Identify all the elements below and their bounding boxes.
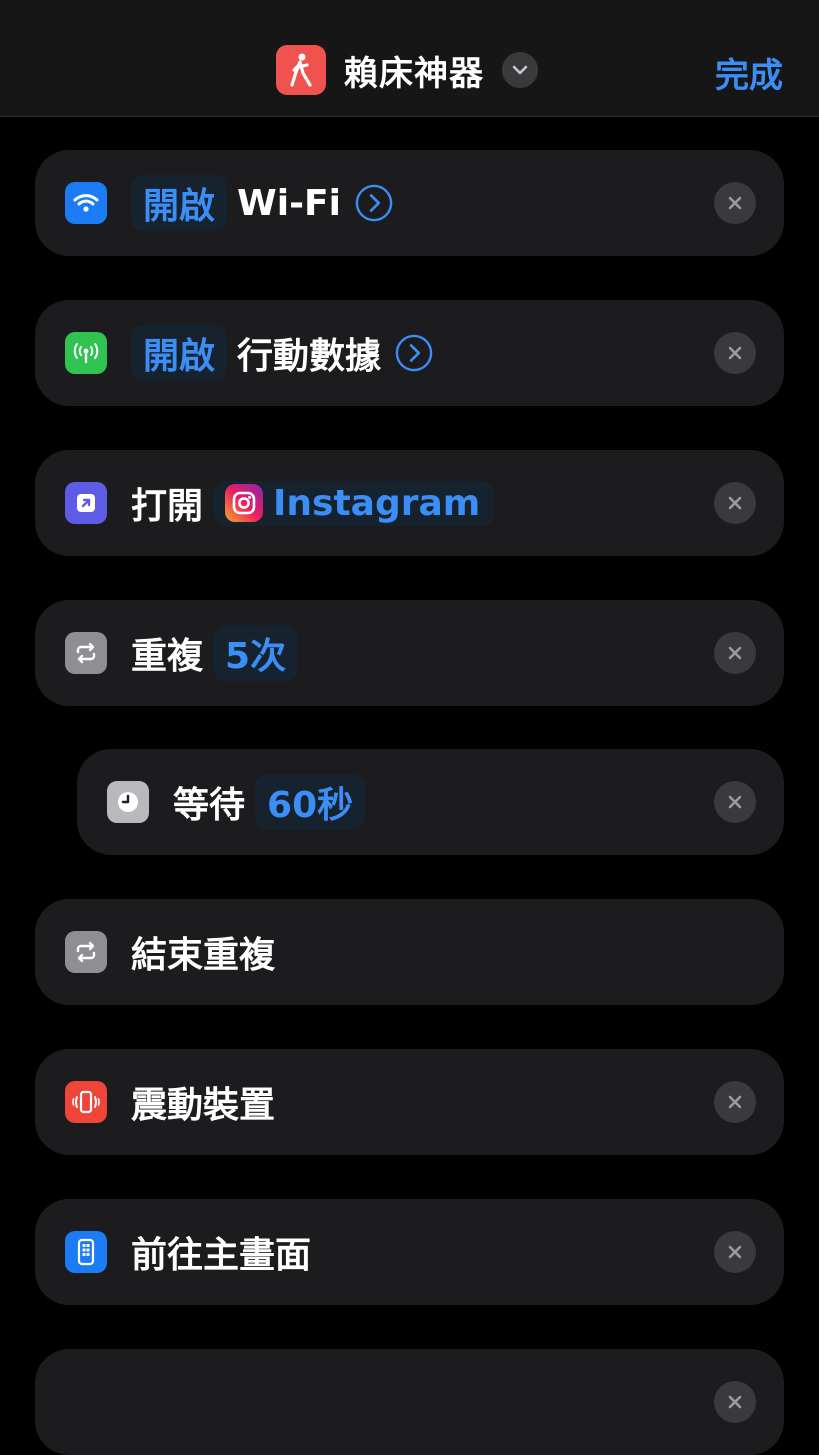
action-card-repeat[interactable]: 重複 5次 (35, 600, 784, 706)
action-label: 等待 (173, 785, 246, 826)
repeat-icon (65, 931, 107, 973)
clock-icon (107, 781, 149, 823)
action-card-wait[interactable]: 等待 60秒 (77, 749, 784, 855)
wait-duration-token[interactable]: 60秒 (255, 774, 366, 830)
action-label: 結束重複 (131, 935, 276, 976)
instagram-icon (225, 484, 264, 522)
action-label: 震動裝置 (131, 1085, 276, 1126)
action-card-go-home[interactable]: 前往主畫面 (35, 1199, 784, 1305)
action-card-wifi[interactable]: 開啟 Wi-Fi (35, 150, 784, 256)
cellular-state-token[interactable]: 開啟 (131, 325, 228, 381)
person-walking-icon (276, 45, 326, 95)
action-label: Wi-Fi (237, 182, 341, 224)
done-button[interactable]: 完成 (715, 48, 783, 97)
chevron-right-circle-icon[interactable] (355, 184, 393, 222)
app-token[interactable]: Instagram (213, 480, 495, 526)
remove-action-button[interactable] (714, 182, 756, 224)
vibrate-phone-icon (65, 1081, 107, 1123)
repeat-count-token[interactable]: 5次 (213, 625, 299, 681)
app-token-label: Instagram (273, 482, 481, 524)
shortcut-title: 賴床神器 (344, 53, 484, 94)
chevron-right-circle-icon[interactable] (395, 334, 433, 372)
open-app-icon (65, 482, 107, 524)
action-card-vibrate[interactable]: 震動裝置 (35, 1049, 784, 1155)
action-label: 重複 (131, 636, 204, 677)
action-card-partial[interactable] (35, 1349, 784, 1455)
action-card-cellular[interactable]: 開啟 行動數據 (35, 300, 784, 406)
wifi-state-token[interactable]: 開啟 (131, 175, 228, 231)
remove-action-button[interactable] (714, 332, 756, 374)
wifi-icon (65, 182, 107, 224)
nav-header: 賴床神器 完成 (0, 0, 819, 117)
remove-action-button[interactable] (714, 1381, 756, 1423)
repeat-icon (65, 632, 107, 674)
remove-action-button[interactable] (714, 1081, 756, 1123)
action-card-end-repeat[interactable]: 結束重複 (35, 899, 784, 1005)
action-label: 打開 (131, 486, 204, 527)
home-screen-icon (65, 1231, 107, 1273)
cellular-antenna-icon (65, 332, 107, 374)
remove-action-button[interactable] (714, 1231, 756, 1273)
chevron-down-icon[interactable] (502, 52, 538, 88)
action-card-open-app[interactable]: 打開 Instagram (35, 450, 784, 556)
shortcut-title-menu[interactable]: 賴床神器 (276, 44, 538, 96)
remove-action-button[interactable] (714, 781, 756, 823)
action-label: 前往主畫面 (131, 1235, 312, 1276)
remove-action-button[interactable] (714, 632, 756, 674)
remove-action-button[interactable] (714, 482, 756, 524)
action-label: 行動數據 (237, 336, 382, 377)
